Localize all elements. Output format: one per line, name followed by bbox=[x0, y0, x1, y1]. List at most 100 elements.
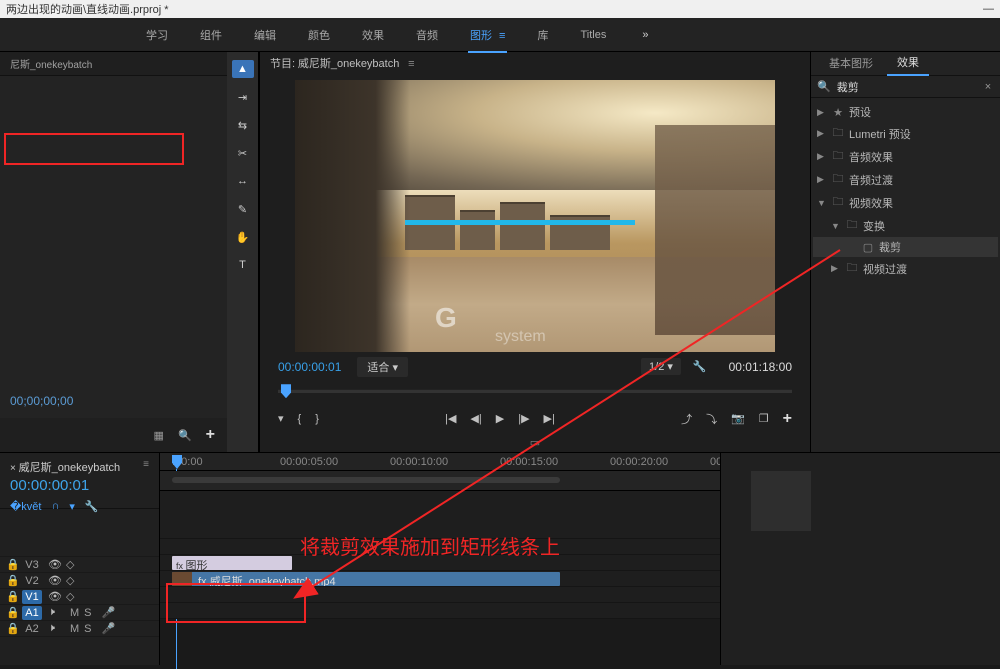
tree-video-transitions[interactable]: ▶🗀视频过渡 bbox=[813, 257, 998, 280]
track-a2[interactable]: 🔒A2🕨MS🎤 bbox=[0, 621, 159, 637]
workspace-more[interactable]: » bbox=[642, 29, 648, 41]
project-view-icon[interactable]: ▦ bbox=[154, 429, 164, 442]
add-marker-button[interactable]: ▾ bbox=[278, 412, 284, 425]
lock-icon[interactable]: 🔒 bbox=[6, 606, 16, 619]
tool-track-select[interactable]: ⇥ bbox=[232, 88, 254, 106]
comparison-button[interactable]: ❐ bbox=[759, 412, 769, 425]
workspace-effects[interactable]: 效果 bbox=[362, 27, 384, 43]
workspace-assembly[interactable]: 组件 bbox=[200, 27, 222, 43]
workspace-library[interactable]: 库 bbox=[537, 27, 548, 43]
tool-hand[interactable]: ✋ bbox=[232, 228, 254, 246]
play-button[interactable]: ▶ bbox=[496, 412, 504, 425]
lock-icon[interactable]: 🔒 bbox=[6, 590, 16, 603]
tree-audio-effects[interactable]: ▶🗀音频效果 bbox=[813, 145, 998, 168]
program-header: 节目: 威尼斯_onekeybatch ≡ bbox=[260, 52, 810, 74]
clear-search-button[interactable]: × bbox=[985, 81, 991, 93]
workspace-menu-icon: ≡ bbox=[496, 30, 505, 42]
project-footer: ▦ 🔍 + bbox=[0, 418, 227, 452]
scrub-playhead[interactable] bbox=[281, 384, 291, 398]
project-add-button[interactable]: + bbox=[206, 426, 215, 444]
tool-pen[interactable]: ✎ bbox=[232, 200, 254, 218]
work-area-bar[interactable] bbox=[160, 471, 720, 491]
a2-lane[interactable] bbox=[160, 603, 720, 619]
extract-button[interactable]: ⤵ bbox=[706, 411, 717, 427]
window-titlebar: 两边出现的动画\直线动画.prproj * — bbox=[0, 0, 1000, 18]
toggle-icon[interactable]: ◇ bbox=[66, 574, 74, 587]
a1-lane[interactable] bbox=[160, 587, 720, 603]
workspace-learn[interactable]: 学习 bbox=[146, 27, 168, 43]
tool-type[interactable]: T bbox=[232, 256, 254, 274]
eye-icon[interactable]: 👁 bbox=[48, 574, 60, 587]
mute-icon[interactable]: 🕨 bbox=[48, 622, 60, 635]
tool-ripple[interactable]: ⇆ bbox=[232, 116, 254, 134]
scrub-track[interactable] bbox=[278, 389, 792, 393]
clip-video[interactable]: fx 威尼斯_onekeybatch.mp4 bbox=[172, 572, 560, 586]
lock-icon[interactable]: 🔒 bbox=[6, 622, 16, 635]
program-menu-icon[interactable]: ≡ bbox=[408, 58, 414, 70]
tree-crop-effect[interactable]: ▢裁剪 bbox=[813, 237, 998, 257]
mark-out-button[interactable]: } bbox=[315, 413, 319, 425]
scrub-bar[interactable] bbox=[260, 381, 810, 401]
settings-icon[interactable]: 🔧 bbox=[693, 360, 707, 373]
workspace-color[interactable]: 颜色 bbox=[308, 27, 330, 43]
track-v3[interactable]: 🔒V3👁◇ bbox=[0, 557, 159, 573]
tool-slip[interactable]: ↔ bbox=[232, 172, 254, 190]
tool-razor[interactable]: ✂ bbox=[232, 144, 254, 162]
minimize-button[interactable]: — bbox=[983, 3, 994, 15]
step-forward-button[interactable]: |▶ bbox=[518, 412, 529, 425]
safe-margins-icon[interactable]: ▭ bbox=[260, 436, 810, 452]
track-v1[interactable]: 🔒V1👁◇ bbox=[0, 589, 159, 605]
resolution-select[interactable]: 1/2 ▾ bbox=[641, 358, 681, 375]
tree-lumetri[interactable]: ▶🗀Lumetri 预设 bbox=[813, 122, 998, 145]
current-timecode[interactable]: 00:00:00:01 bbox=[278, 360, 341, 374]
program-monitor[interactable]: G system bbox=[295, 80, 775, 352]
button-editor[interactable]: + bbox=[783, 410, 792, 428]
go-to-in-button[interactable]: |◀ bbox=[445, 412, 456, 425]
track-v2[interactable]: 🔒V2👁◇ bbox=[0, 573, 159, 589]
timeline-ruler[interactable]: :00:00 00:00:05:00 00:00:10:00 00:00:15:… bbox=[160, 453, 720, 471]
timeline-timecode[interactable]: 00:00:00:01 bbox=[10, 477, 149, 494]
tree-presets[interactable]: ▶★预设 bbox=[813, 102, 998, 122]
timeline-sequence-tab[interactable]: × 威尼斯_onekeybatch bbox=[10, 459, 149, 475]
lock-icon[interactable]: 🔒 bbox=[6, 574, 16, 587]
eye-icon[interactable]: 👁 bbox=[48, 558, 60, 571]
lock-icon[interactable]: 🔒 bbox=[6, 558, 16, 571]
window-title: 两边出现的动画\直线动画.prproj * bbox=[6, 1, 169, 17]
toggle-icon[interactable]: ◇ bbox=[66, 558, 74, 571]
mic-icon[interactable]: 🎤 bbox=[102, 622, 116, 635]
timeline-area[interactable]: :00:00 00:00:05:00 00:00:10:00 00:00:15:… bbox=[160, 453, 720, 665]
tree-audio-transitions[interactable]: ▶🗀音频过渡 bbox=[813, 168, 998, 191]
step-back-button[interactable]: ◀| bbox=[470, 412, 481, 425]
clip-graphic[interactable]: fx 图形 bbox=[172, 556, 292, 570]
tab-effects[interactable]: 效果 bbox=[887, 50, 929, 76]
effects-tabs: 基本图形 效果 bbox=[811, 52, 1000, 76]
project-search-icon[interactable]: 🔍 bbox=[178, 429, 192, 442]
eye-icon[interactable]: 👁 bbox=[48, 590, 60, 603]
workspace-titles[interactable]: Titles bbox=[580, 29, 606, 41]
workspace-graphics[interactable]: 图形 ≡ bbox=[470, 27, 505, 43]
go-to-out-button[interactable]: ▶| bbox=[544, 412, 555, 425]
effects-search-input[interactable] bbox=[837, 81, 979, 93]
tree-transform[interactable]: ▼🗀变换 bbox=[813, 214, 998, 237]
zoom-fit[interactable]: 适合 ▾ bbox=[357, 357, 408, 377]
tree-video-effects[interactable]: ▼🗀视频效果 bbox=[813, 191, 998, 214]
workspace-audio[interactable]: 音频 bbox=[416, 27, 438, 43]
tab-essential-graphics[interactable]: 基本图形 bbox=[819, 51, 883, 75]
project-body[interactable]: 00;00;00;00 bbox=[0, 76, 227, 418]
export-frame-button[interactable]: 📷 bbox=[731, 412, 745, 425]
tool-selection[interactable]: ▲ bbox=[232, 60, 254, 78]
lift-button[interactable]: ⤴ bbox=[681, 411, 692, 427]
toggle-icon[interactable]: ◇ bbox=[66, 590, 74, 603]
v1-lane[interactable]: fx 威尼斯_onekeybatch.mp4 bbox=[160, 571, 720, 587]
preview-silhouette bbox=[295, 80, 410, 352]
mic-icon[interactable]: 🎤 bbox=[102, 606, 116, 619]
track-headers: 🔒V3👁◇ 🔒V2👁◇ 🔒V1👁◇ 🔒A1🕨MS🎤 🔒A2🕨MS🎤 bbox=[0, 509, 159, 665]
mark-in-button[interactable]: { bbox=[298, 413, 302, 425]
track-a1[interactable]: 🔒A1🕨MS🎤 bbox=[0, 605, 159, 621]
timeline-header: × 威尼斯_onekeybatch 00:00:00:01 �květ ∩ ▾ … bbox=[0, 453, 159, 509]
preview-building-right bbox=[655, 125, 775, 335]
workspace-edit[interactable]: 编辑 bbox=[254, 27, 276, 43]
project-timecode: 00;00;00;00 bbox=[10, 394, 217, 408]
mute-icon[interactable]: 🕨 bbox=[48, 606, 60, 619]
project-panel-tab[interactable]: 尼斯_onekeybatch bbox=[0, 52, 227, 76]
